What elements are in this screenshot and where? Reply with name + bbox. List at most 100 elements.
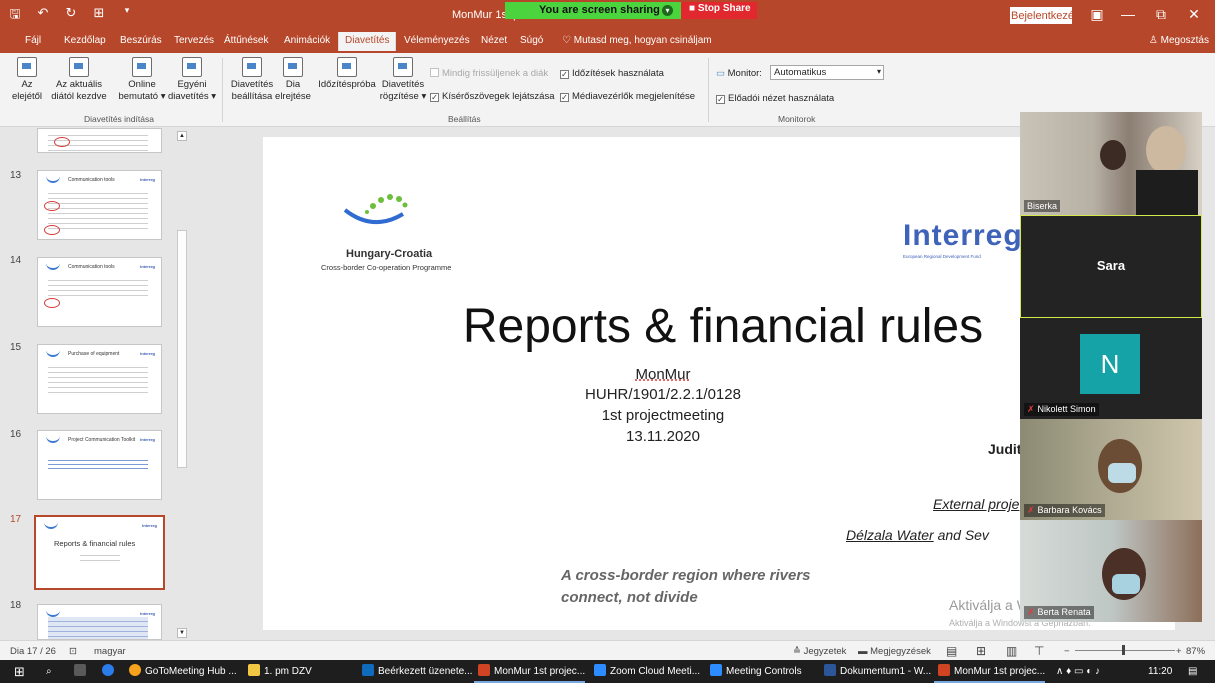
tab-review[interactable]: Véleményezés bbox=[404, 35, 470, 46]
hide-slide-button[interactable]: Dia elrejtése bbox=[274, 57, 312, 103]
taskbar-powerpoint-2[interactable]: MonMur 1st projec... bbox=[934, 660, 1046, 683]
present-online-button[interactable]: Online bemutató ▾ bbox=[114, 57, 170, 103]
language-indicator[interactable]: magyar bbox=[94, 646, 126, 657]
rehearse-timings-button[interactable]: Időzítéspróba bbox=[316, 57, 378, 91]
taskbar-folder[interactable]: 1. pm DZV bbox=[244, 660, 312, 683]
participant-name: ✗ Barbara Kovács bbox=[1024, 504, 1105, 517]
sign-in-button[interactable]: Bejelentkezés bbox=[1010, 7, 1080, 24]
avatar: N bbox=[1080, 334, 1140, 394]
zoom-level[interactable]: 87% bbox=[1186, 646, 1205, 657]
taskbar-word[interactable]: Dokumentum1 - W... bbox=[820, 660, 931, 683]
zoom-slider[interactable] bbox=[1075, 650, 1175, 651]
slide-thumbnail-16[interactable]: Project Communication Toolkit Interreg bbox=[37, 430, 162, 500]
share-button[interactable]: ♙ Megosztás bbox=[1149, 35, 1209, 46]
participant-video bbox=[1112, 574, 1140, 594]
muted-mic-icon: ✗ bbox=[1027, 404, 1035, 414]
slide-thumbnail-15[interactable]: Purchase of equipment Interreg bbox=[37, 344, 162, 414]
ribbon-tabs: Fájl Kezdőlap Beszúrás Tervezés Áttűnése… bbox=[0, 30, 1215, 53]
thumbnail-content bbox=[80, 551, 120, 563]
slide-thumbnail-14[interactable]: Communication tools Interreg bbox=[37, 257, 162, 327]
use-timings-checkbox[interactable]: ✓ Időzítések használata bbox=[560, 68, 664, 79]
ribbon-separator bbox=[708, 58, 709, 122]
taskbar-gotomeeting[interactable]: GoToMeeting Hub ... bbox=[125, 660, 237, 683]
thumbnail-title: Purchase of equipment bbox=[68, 351, 120, 357]
monitor-select[interactable]: Automatikus ▾ bbox=[770, 65, 884, 80]
windows-start-icon[interactable]: ⊞ bbox=[10, 660, 25, 683]
video-tile-berta[interactable]: ✗ Berta Renata bbox=[1020, 520, 1202, 622]
notes-button[interactable]: ≙ Jegyzetek bbox=[793, 646, 846, 657]
zoom-out-button[interactable]: − bbox=[1064, 646, 1070, 657]
red-circle-annotation bbox=[44, 201, 60, 211]
customize-toolbar-icon[interactable]: ▾ bbox=[118, 5, 136, 27]
show-media-controls-checkbox[interactable]: ✓ Médiavezérlők megjelenítése bbox=[560, 91, 695, 102]
slideshow-start-icon[interactable]: ⊞ bbox=[90, 5, 108, 27]
record-slideshow-button[interactable]: Diavetítés rögzítése ▾ bbox=[378, 57, 428, 103]
taskbar-meeting-controls[interactable]: Meeting Controls bbox=[706, 660, 802, 683]
screen-sharing-indicator[interactable]: You are screen sharing ▾ bbox=[505, 2, 681, 19]
comments-button[interactable]: ▬ Megjegyzések bbox=[858, 646, 931, 657]
project-code: HUHR/1901/2.2.1/0128 bbox=[585, 386, 741, 403]
spelling-icon[interactable]: ⊡ bbox=[69, 646, 77, 657]
play-narrations-checkbox[interactable]: ✓ Kísérőszövegek lejátszása bbox=[430, 91, 554, 102]
tab-home[interactable]: Kezdőlap bbox=[64, 35, 106, 46]
slide-thumbnail-12[interactable] bbox=[37, 128, 162, 153]
system-tray-icons[interactable]: ∧ ♦ ▭ ◐ ♪ bbox=[1052, 660, 1100, 683]
taskbar-outlook[interactable]: Beérkezett üzenete... bbox=[358, 660, 473, 683]
normal-view-icon[interactable]: ▤ bbox=[946, 644, 957, 658]
video-tile-biserka[interactable]: Biserka bbox=[1020, 112, 1202, 215]
taskbar-zoom[interactable]: Zoom Cloud Meeti... bbox=[590, 660, 700, 683]
participant-video bbox=[1146, 126, 1186, 174]
minimize-button[interactable]: — bbox=[1117, 6, 1139, 22]
ribbon-display-icon[interactable]: ▣ bbox=[1086, 6, 1108, 23]
reading-view-icon[interactable]: ▥ bbox=[1006, 644, 1017, 658]
slide-sorter-icon[interactable]: ⊞ bbox=[976, 644, 986, 658]
setup-slideshow-button[interactable]: Diavetítés beállítása bbox=[226, 57, 278, 103]
thumbnail-scroll-thumb[interactable] bbox=[177, 230, 187, 468]
save-icon[interactable]: 🖫 bbox=[6, 5, 24, 27]
org-name: Hungary-Croatia bbox=[346, 248, 433, 260]
tab-file[interactable]: Fájl bbox=[25, 35, 41, 46]
zoom-slider-thumb[interactable] bbox=[1122, 645, 1125, 655]
stop-share-button[interactable]: ■ Stop Share bbox=[681, 2, 757, 19]
presenter-view-checkbox[interactable]: ✓ Előadói nézet használata bbox=[716, 93, 834, 104]
chrome-icon[interactable] bbox=[98, 660, 118, 683]
monitor-label: ▭ Monitor: bbox=[716, 68, 762, 79]
tab-transitions[interactable]: Áttűnések bbox=[224, 35, 268, 46]
video-tile-sara[interactable]: Sara bbox=[1020, 215, 1202, 318]
undo-icon[interactable]: ↶ bbox=[34, 5, 52, 27]
from-beginning-button[interactable]: Az elejétől bbox=[5, 57, 49, 103]
tab-animations[interactable]: Animációk bbox=[284, 35, 330, 46]
close-button[interactable]: ✕ bbox=[1183, 6, 1205, 23]
redo-icon[interactable]: ↻ bbox=[62, 5, 80, 27]
slide-thumbnail-13[interactable]: Communication tools Interreg bbox=[37, 170, 162, 240]
clock[interactable]: 11:20 bbox=[1144, 660, 1172, 683]
tell-me-search[interactable]: ♡ Mutasd meg, hogyan csináljam bbox=[562, 35, 712, 46]
slide-number: 16 bbox=[10, 429, 22, 440]
slideshow-view-icon[interactable]: ⊤ bbox=[1034, 644, 1044, 658]
video-tile-barbara[interactable]: ✗ Barbara Kovács bbox=[1020, 419, 1202, 520]
notification-icon[interactable]: ▤ bbox=[1184, 660, 1197, 683]
scroll-down-icon[interactable]: ▼ bbox=[177, 628, 187, 638]
erdf-subtitle: European Regional Development Fund bbox=[903, 254, 981, 259]
slide-thumbnail-17[interactable]: Interreg Reports & financial rules bbox=[34, 515, 165, 590]
tab-help[interactable]: Súgó bbox=[520, 35, 543, 46]
tab-slideshow[interactable]: Diavetítés bbox=[338, 32, 397, 51]
slideshow-current-icon bbox=[69, 57, 89, 77]
zoom-in-button[interactable]: + bbox=[1176, 646, 1182, 657]
share-options-icon[interactable]: ▾ bbox=[662, 5, 673, 16]
tab-view[interactable]: Nézet bbox=[481, 35, 507, 46]
search-icon[interactable]: ⌕ bbox=[42, 660, 52, 683]
slide-number: 14 bbox=[10, 255, 22, 266]
tab-insert[interactable]: Beszúrás bbox=[120, 35, 162, 46]
custom-slideshow-button[interactable]: Egyéni diavetítés ▾ bbox=[166, 57, 218, 103]
restore-button[interactable]: ⧉ bbox=[1150, 6, 1172, 23]
slide-thumbnail-18[interactable]: Interreg bbox=[37, 604, 162, 640]
checkbox-icon bbox=[430, 68, 439, 77]
scroll-up-icon[interactable]: ▲ bbox=[177, 131, 187, 141]
from-current-slide-button[interactable]: Az aktuális diától kezdve bbox=[50, 57, 108, 103]
tab-design[interactable]: Tervezés bbox=[174, 35, 214, 46]
calculator-icon[interactable] bbox=[70, 660, 90, 683]
lightbulb-icon: ♡ bbox=[562, 35, 574, 46]
taskbar-powerpoint[interactable]: MonMur 1st projec... bbox=[474, 660, 586, 683]
video-tile-nikolett[interactable]: N ✗ Nikolett Simon bbox=[1020, 318, 1202, 419]
